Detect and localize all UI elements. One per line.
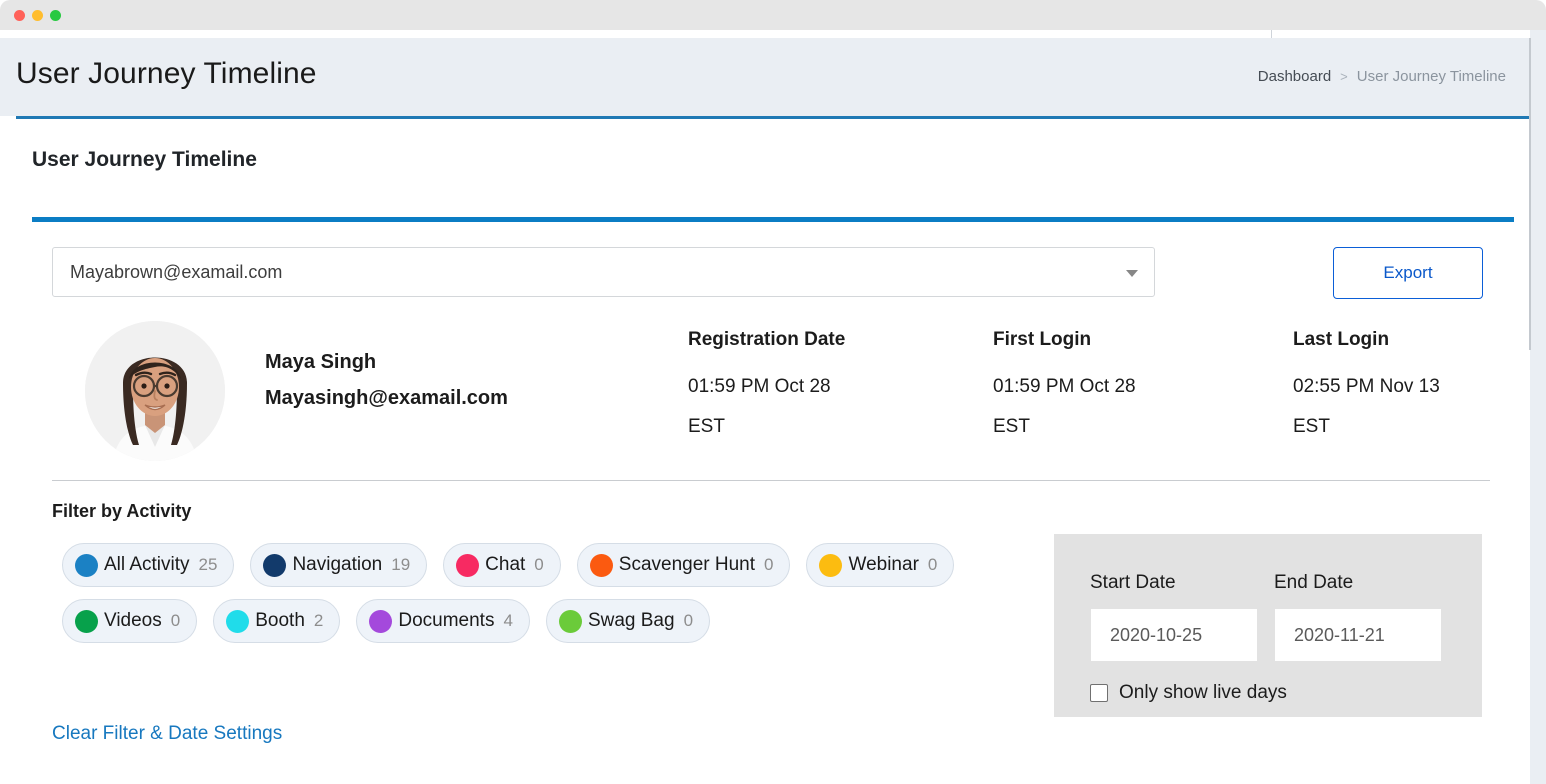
end-date-input[interactable]	[1274, 608, 1442, 662]
select-row: Mayabrown@examail.com Export	[52, 247, 1518, 299]
activity-chip-label: Webinar	[848, 554, 918, 576]
activity-color-dot-icon	[75, 554, 98, 577]
activity-chip-label: All Activity	[104, 554, 190, 576]
registration-date-label: Registration Date	[688, 329, 845, 351]
activity-chip-count: 0	[534, 555, 543, 575]
last-login-time: 02:55 PM Nov 13	[1293, 367, 1440, 407]
card-title: User Journey Timeline	[32, 148, 257, 172]
activity-chip-label: Swag Bag	[588, 610, 675, 632]
only-show-live-days-checkbox[interactable]	[1090, 684, 1108, 702]
app-header: User Journey Timeline Dashboard > User J…	[0, 38, 1530, 116]
activity-chip-row: Videos 0 Booth 2 Documents 4 Swag Bag 0	[62, 599, 1052, 643]
activity-color-dot-icon	[369, 610, 392, 633]
activity-chip-label: Documents	[398, 610, 494, 632]
activity-chip[interactable]: Documents 4	[356, 599, 530, 643]
clear-filter-and-date-settings-link[interactable]: Clear Filter & Date Settings	[52, 723, 282, 745]
registration-date-block: Registration Date 01:59 PM Oct 28 EST	[688, 329, 845, 447]
accent-bar	[32, 217, 1514, 222]
activity-chip-count: 25	[199, 555, 218, 575]
main-card: User Journey Timeline Mayabrown@examail.…	[16, 116, 1530, 784]
profile-name: Maya Singh	[265, 351, 508, 374]
chrome-strip	[0, 30, 1546, 38]
activity-chip[interactable]: Videos 0	[62, 599, 197, 643]
activity-chip-count: 4	[503, 611, 512, 631]
last-login-block: Last Login 02:55 PM Nov 13 EST	[1293, 329, 1440, 447]
export-button[interactable]: Export	[1333, 247, 1483, 299]
activity-color-dot-icon	[819, 554, 842, 577]
chevron-down-icon	[1126, 270, 1138, 277]
start-date-label: Start Date	[1090, 572, 1176, 594]
breadcrumb-separator-icon: >	[1340, 69, 1348, 84]
last-login-timezone: EST	[1293, 407, 1440, 447]
date-range-panel: Start Date End Date Only show live days	[1054, 534, 1482, 717]
activity-chip[interactable]: Booth 2	[213, 599, 340, 643]
activity-chip[interactable]: Navigation 19	[250, 543, 427, 587]
breadcrumb-current: User Journey Timeline	[1357, 68, 1506, 85]
page-title: User Journey Timeline	[16, 57, 317, 91]
first-login-block: First Login 01:59 PM Oct 28 EST	[993, 329, 1136, 447]
end-date-label: End Date	[1274, 572, 1353, 594]
minimize-window-button[interactable]	[32, 10, 43, 21]
activity-chip-count: 19	[391, 555, 410, 575]
avatar	[85, 321, 225, 461]
activity-chip-count: 0	[928, 555, 937, 575]
first-login-label: First Login	[993, 329, 1136, 351]
only-show-live-days-label: Only show live days	[1119, 682, 1287, 704]
activity-chip-count: 0	[171, 611, 180, 631]
vertical-scrollbar-thumb[interactable]	[1529, 38, 1531, 350]
user-select-value: Mayabrown@examail.com	[70, 262, 282, 283]
activity-chip-label: Scavenger Hunt	[619, 554, 755, 576]
only-show-live-days-row: Only show live days	[1090, 682, 1287, 704]
activity-chip[interactable]: Swag Bag 0	[546, 599, 710, 643]
user-select-dropdown[interactable]: Mayabrown@examail.com	[52, 247, 1155, 297]
activity-chip-label: Chat	[485, 554, 525, 576]
breadcrumb-parent-link[interactable]: Dashboard	[1258, 68, 1331, 85]
activity-color-dot-icon	[75, 610, 98, 633]
close-window-button[interactable]	[14, 10, 25, 21]
activity-color-dot-icon	[559, 610, 582, 633]
registration-date-time: 01:59 PM Oct 28	[688, 367, 845, 407]
activity-color-dot-icon	[590, 554, 613, 577]
profile-name-block: Maya Singh Mayasingh@examail.com	[265, 351, 508, 410]
profile-email: Mayasingh@examail.com	[265, 387, 508, 410]
registration-date-timezone: EST	[688, 407, 845, 447]
window-chrome-bar	[0, 0, 1546, 30]
maximize-window-button[interactable]	[50, 10, 61, 21]
filter-by-activity-label: Filter by Activity	[52, 501, 191, 522]
activity-color-dot-icon	[263, 554, 286, 577]
browser-window: User Journey Timeline Dashboard > User J…	[0, 0, 1546, 784]
activity-chip-row: All Activity25Navigation19Chat0Scavenger…	[62, 543, 1052, 587]
section-divider	[52, 480, 1490, 481]
breadcrumb: Dashboard > User Journey Timeline	[1258, 68, 1506, 85]
activity-color-dot-icon	[456, 554, 479, 577]
activity-chip-count: 0	[684, 611, 693, 631]
activity-chip[interactable]: Scavenger Hunt 0	[577, 543, 791, 587]
start-date-input[interactable]	[1090, 608, 1258, 662]
activity-chip[interactable]: Webinar 0	[806, 543, 954, 587]
activity-chip[interactable]: All Activity 25	[62, 543, 234, 587]
right-rail	[1530, 30, 1546, 784]
activity-chip-label: Navigation	[292, 554, 382, 576]
activity-color-dot-icon	[226, 610, 249, 633]
activity-chip-count: 2	[314, 611, 323, 631]
last-login-label: Last Login	[1293, 329, 1440, 351]
traffic-lights	[14, 10, 61, 21]
chrome-strip-divider	[1271, 30, 1272, 38]
first-login-time: 01:59 PM Oct 28	[993, 367, 1136, 407]
first-login-timezone: EST	[993, 407, 1136, 447]
profile-row: Maya Singh Mayasingh@examail.com Registr…	[52, 321, 1518, 471]
activity-chip[interactable]: Chat 0	[443, 543, 561, 587]
activity-filter-chips: All Activity25Navigation19Chat0Scavenger…	[62, 543, 1052, 655]
activity-chip-label: Videos	[104, 610, 162, 632]
activity-chip-count: 0	[764, 555, 773, 575]
activity-chip-label: Booth	[255, 610, 305, 632]
